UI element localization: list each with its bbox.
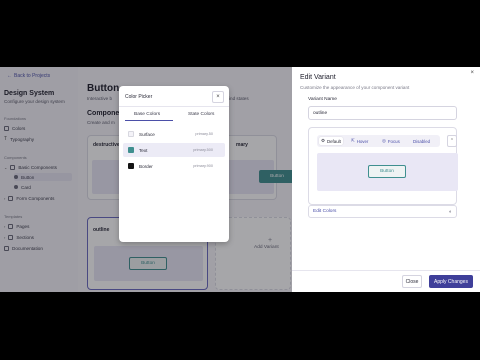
app-frame: ← Back to Projects Design System Configu… (0, 67, 480, 292)
tab-label: Disabled (413, 138, 431, 144)
state-tabs: ⚙ Default ⇱ Hover ◎ Focus Disabled (317, 135, 440, 147)
palette-icon: ◐ (448, 209, 452, 215)
tab-disabled[interactable]: Disabled (411, 137, 432, 145)
preview-button: Button (368, 165, 406, 178)
edit-variant-panel: × Edit Variant Customize the appearance … (292, 67, 480, 292)
state-preview-card: ⚙ Default ⇱ Hover ◎ Focus Disabled ⌃ But… (308, 127, 458, 205)
panel-subtitle: Customize the appearance of your compone… (300, 85, 410, 90)
panel-title: Edit Variant (300, 74, 336, 81)
color-swatch (128, 163, 134, 169)
tab-state-colors[interactable]: State Colors (188, 112, 214, 117)
tab-label: Hover (356, 138, 369, 144)
modal-title: Color Picker (125, 94, 153, 100)
target-icon: ◎ (382, 138, 386, 143)
tab-label: Focus (387, 138, 400, 144)
color-name: Surface (139, 131, 155, 137)
color-name: Border (139, 163, 153, 169)
divider (292, 270, 480, 271)
close-icon[interactable]: × (470, 70, 474, 76)
color-name: Text (139, 147, 148, 153)
state-preview: Button (317, 153, 458, 191)
color-token: primary.500 (193, 148, 213, 152)
color-token: primary.900 (193, 164, 213, 168)
color-row-surface[interactable]: Surface primary.50 (123, 127, 225, 141)
color-token: primary.50 (195, 132, 213, 136)
chevron-up-icon[interactable]: ⌃ (447, 135, 457, 147)
edit-colors-label: Edit Colors (313, 209, 337, 214)
color-row-text[interactable]: Text primary.500 (123, 143, 225, 157)
divider (119, 106, 229, 107)
cursor-icon: ⇱ (351, 138, 355, 143)
color-row-border[interactable]: Border primary.900 (123, 159, 225, 173)
edit-colors-button[interactable]: Edit Colors ◐ (308, 205, 457, 218)
color-picker-modal: Color Picker × Base Colors State Colors … (119, 86, 229, 242)
tab-focus[interactable]: ◎ Focus (380, 137, 402, 145)
variant-name-label: Variant Name (308, 97, 337, 102)
gear-icon: ⚙ (321, 138, 325, 143)
tab-base-colors[interactable]: Base Colors (134, 112, 160, 117)
tab-default[interactable]: ⚙ Default (319, 137, 343, 145)
apply-changes-button[interactable]: Apply Changes (429, 275, 473, 288)
close-button[interactable]: Close (402, 275, 422, 288)
color-swatch (128, 147, 134, 153)
close-icon[interactable]: × (212, 91, 224, 103)
color-swatch (128, 131, 134, 137)
tab-hover[interactable]: ⇱ Hover (349, 137, 370, 145)
variant-name-input[interactable]: outline (308, 106, 457, 120)
active-tab-indicator (125, 120, 173, 121)
tab-label: Default (326, 138, 341, 144)
